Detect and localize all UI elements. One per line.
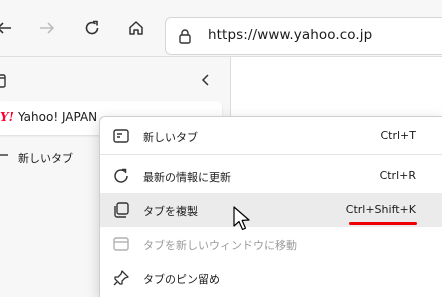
menu-item-label: 最新の情報に更新 [143, 171, 231, 184]
tab-context-menu: 新しいタブ Ctrl+T 最新の情報に更新 Ctrl+R タブを複製 Ctrl+… [99, 116, 442, 297]
menu-item-shortcut: Ctrl+R [379, 169, 416, 182]
address-bar[interactable]: https://www.yahoo.co.jp [165, 17, 442, 55]
menu-item-shortcut: Ctrl+T [380, 129, 416, 142]
new-tab-icon [112, 127, 130, 145]
vertical-tabs-header [0, 57, 230, 101]
forward-arrow-icon[interactable] [33, 14, 61, 42]
menu-item-label: 新しいタブ [143, 131, 198, 144]
refresh-icon [112, 167, 130, 185]
yahoo-favicon: Y! [0, 110, 14, 124]
shortcut-highlight-underline [349, 222, 417, 225]
plus-icon [0, 149, 10, 165]
duplicate-tab-icon [112, 201, 130, 219]
menu-divider [100, 154, 442, 155]
refresh-icon[interactable] [78, 14, 106, 42]
menu-item-new-tab[interactable]: 新しいタブ Ctrl+T [100, 119, 442, 153]
url-text: https://www.yahoo.co.jp [208, 27, 373, 43]
chevron-left-icon[interactable] [200, 72, 212, 91]
tab-actions-icon[interactable] [0, 73, 6, 92]
mouse-cursor-icon [233, 206, 251, 236]
menu-item-shortcut: Ctrl+Shift+K [345, 203, 416, 216]
menu-item-label: タブを新しいウィンドウに移動 [143, 239, 297, 252]
new-tab-label: 新しいタブ [18, 152, 73, 165]
menu-item-label: タブを複製 [143, 205, 198, 218]
pin-icon [112, 269, 130, 287]
tab-title: Yahoo! JAPAN [18, 110, 98, 124]
move-to-window-icon [112, 235, 130, 253]
menu-item-refresh[interactable]: 最新の情報に更新 Ctrl+R [100, 159, 442, 193]
lock-icon [178, 28, 192, 48]
browser-toolbar: https://www.yahoo.co.jp [0, 0, 442, 57]
menu-item-label: タブのピン留め [143, 273, 220, 286]
home-icon[interactable] [122, 14, 150, 42]
back-arrow-icon[interactable] [0, 14, 18, 42]
menu-item-pin-tab[interactable]: タブのピン留め [100, 261, 442, 295]
menu-item-move-to-new-window[interactable]: タブを新しいウィンドウに移動 [100, 227, 442, 261]
